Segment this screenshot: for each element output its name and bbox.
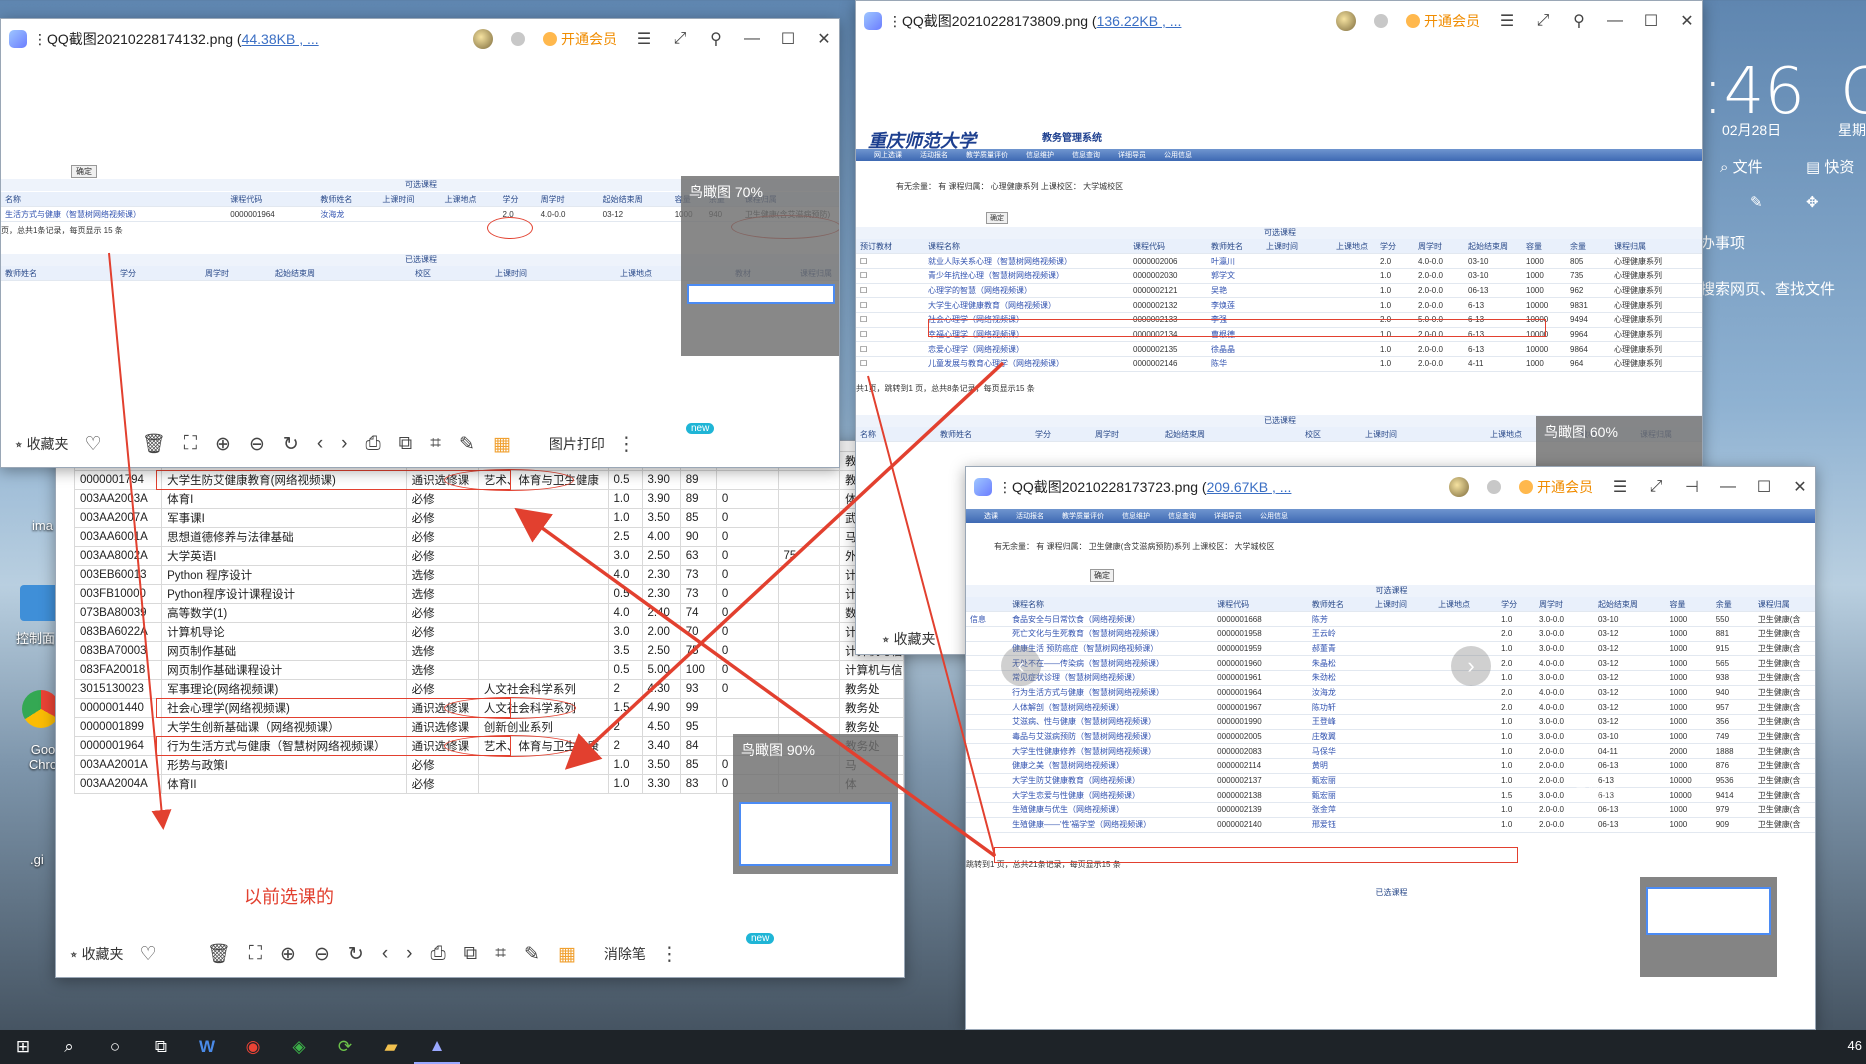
refresh-app-icon[interactable]: ⟳: [322, 1030, 368, 1064]
search-icon[interactable]: ⌕: [46, 1030, 92, 1064]
app-green-icon[interactable]: ◈: [276, 1030, 322, 1064]
chrome-icon[interactable]: ◉: [230, 1030, 276, 1064]
word-icon[interactable]: W: [184, 1030, 230, 1064]
annotation-arrows: [108, 252, 1005, 858]
windows-start-icon[interactable]: ⊞: [0, 1030, 46, 1064]
tray-time: 46: [1847, 1038, 1862, 1053]
file-explorer-icon[interactable]: ▰: [368, 1030, 414, 1064]
arrow-to-previous-row: [108, 252, 172, 830]
image-viewer-icon[interactable]: ▲: [414, 1030, 460, 1064]
taskbar: ⊞ ⌕ ○ ⧉ W ◉ ◈ ⟳ ▰ ▲ 46: [0, 1030, 1866, 1064]
cortana-icon[interactable]: ○: [92, 1030, 138, 1064]
arrow-link-3: [867, 375, 996, 857]
task-view-icon[interactable]: ⧉: [138, 1030, 184, 1064]
arrow-to-aids-edu: [514, 507, 997, 858]
